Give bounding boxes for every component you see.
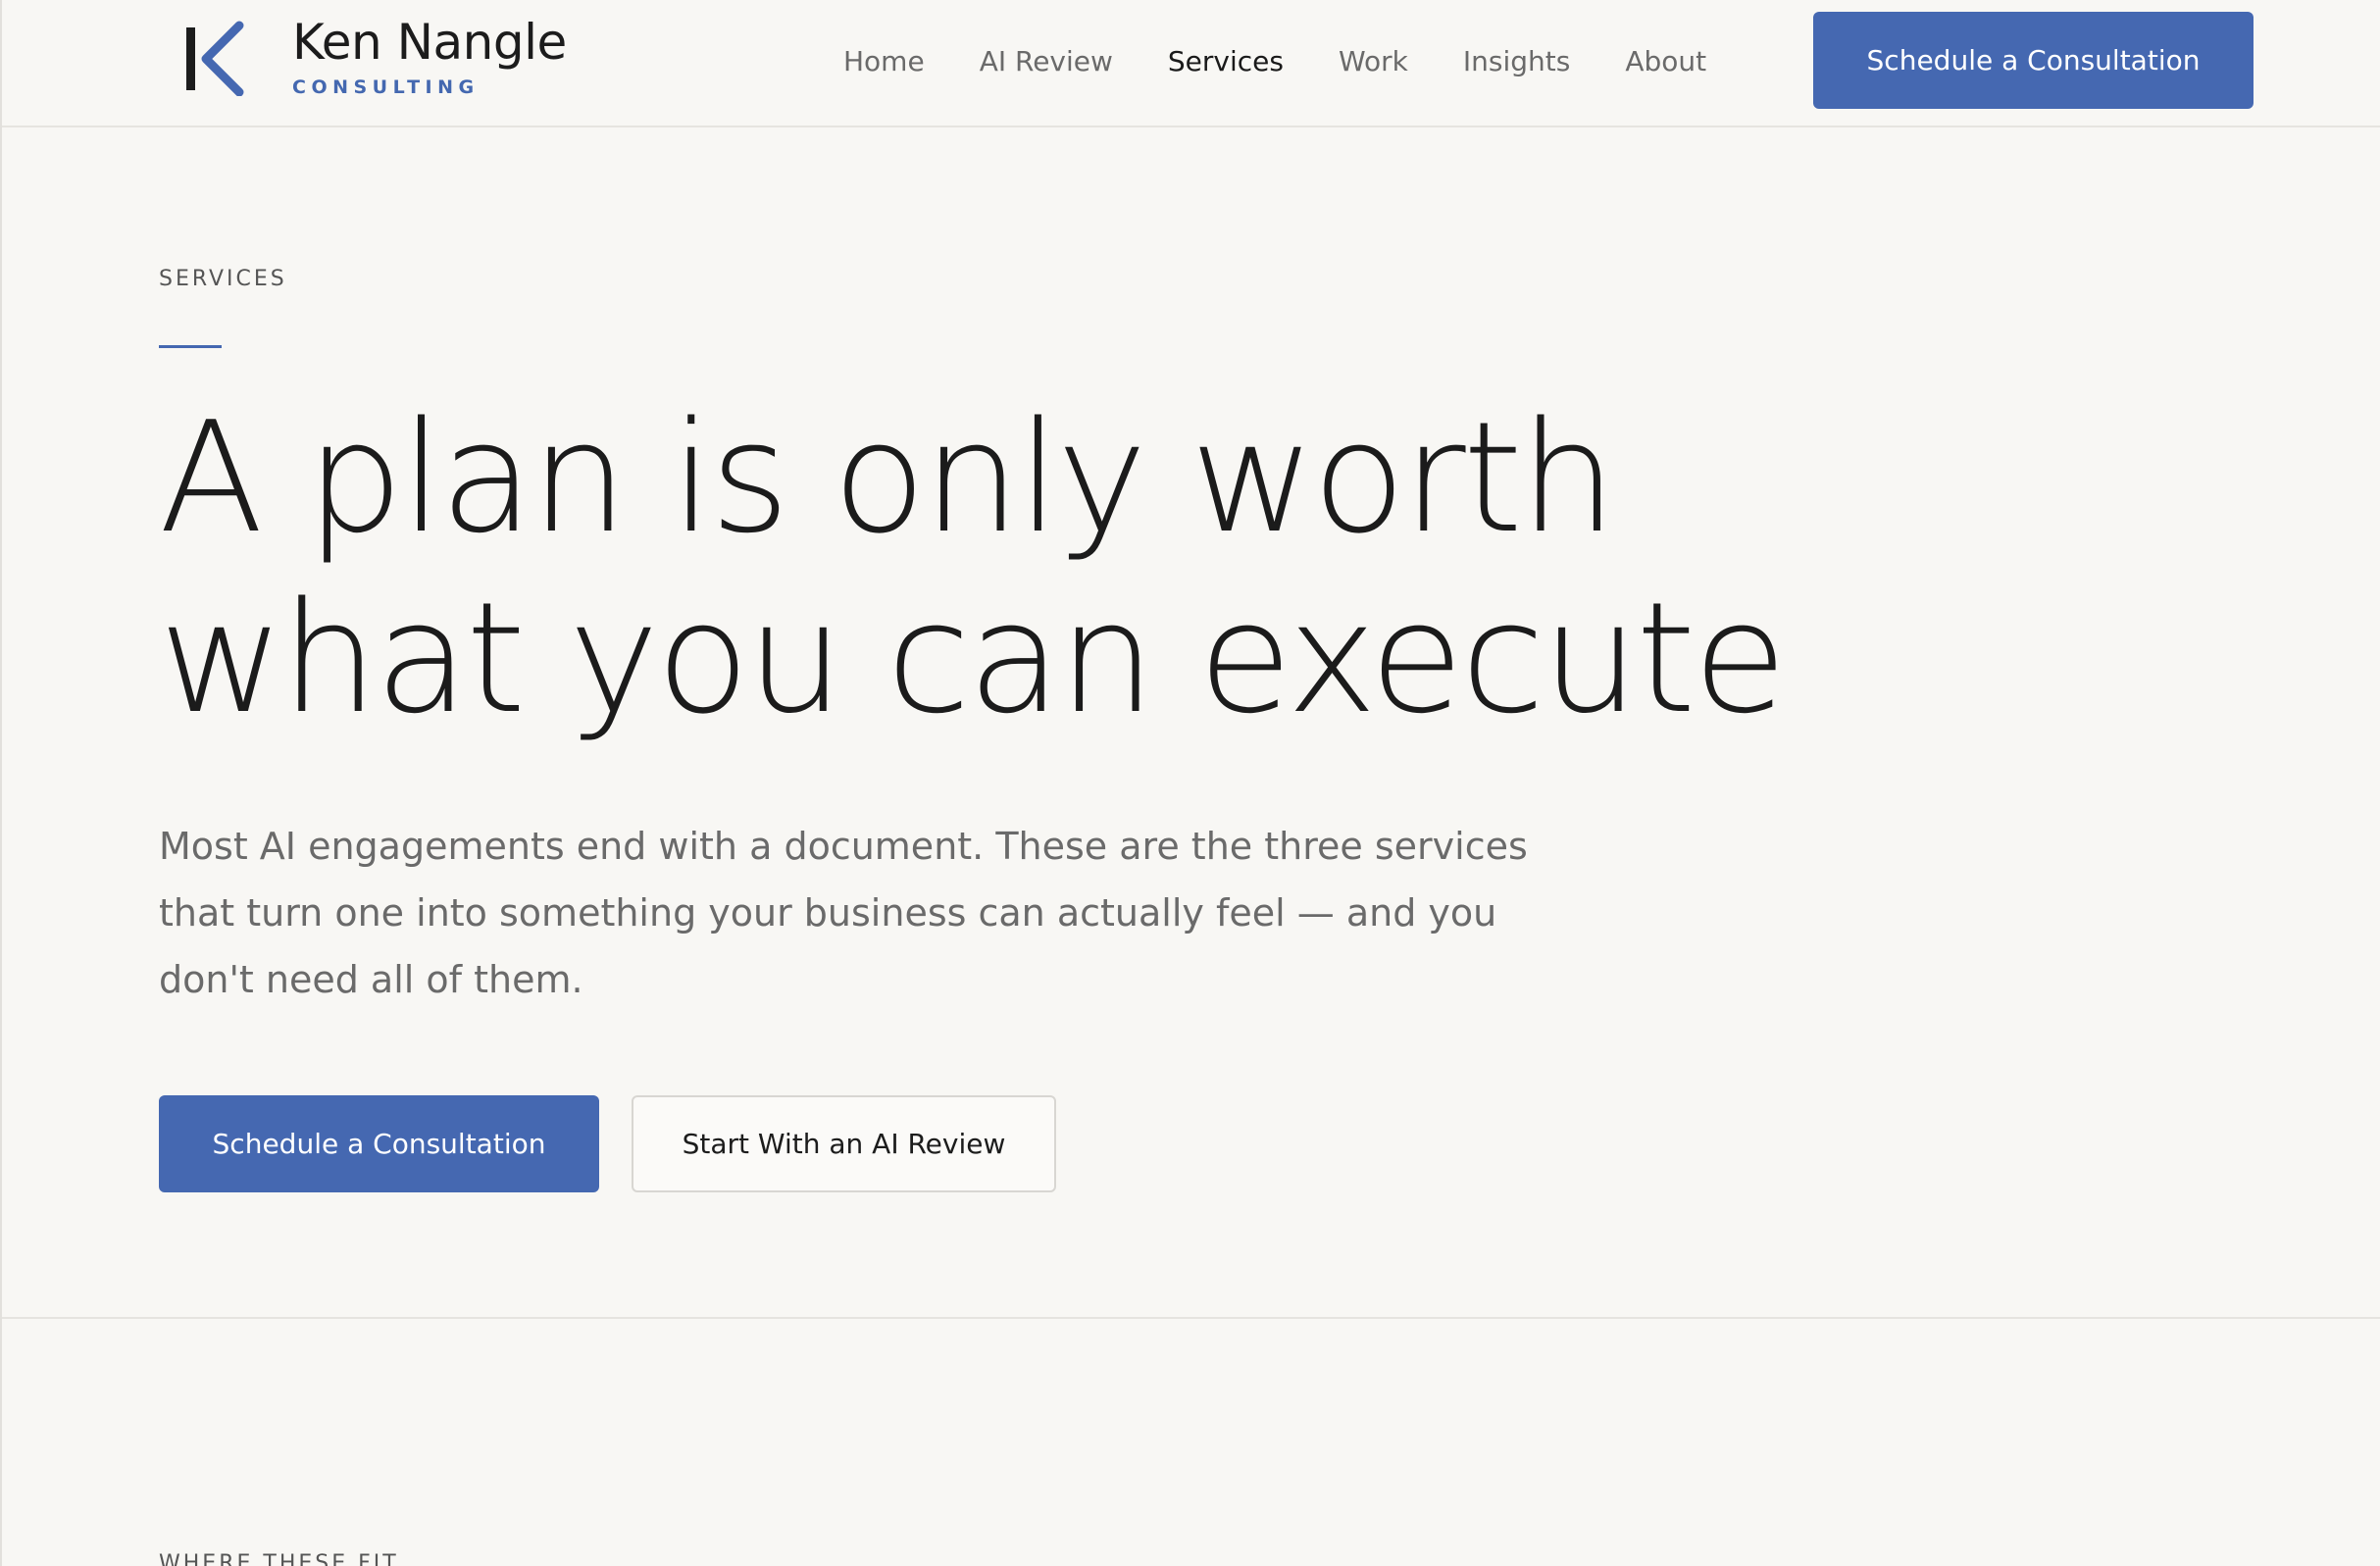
brand-logo[interactable]: Ken Nangle CONSULTING bbox=[184, 18, 567, 97]
hero-section: SERVICES A plan is only worth what you c… bbox=[159, 265, 1924, 1192]
brand-name: Ken Nangle bbox=[292, 14, 567, 71]
hero-lede: Most AI engagements end with a document.… bbox=[159, 825, 1528, 1001]
headline-line-2: what you can execute bbox=[159, 569, 1787, 747]
hero-actions: Schedule a Consultation Start With an AI… bbox=[159, 1095, 1924, 1192]
site-header: Ken Nangle CONSULTING Home AI Review Ser… bbox=[2, 0, 2380, 127]
hero-schedule-button[interactable]: Schedule a Consultation bbox=[159, 1095, 599, 1192]
main-nav: Home AI Review Services Work Insights Ab… bbox=[843, 43, 1761, 80]
nav-home[interactable]: Home bbox=[843, 43, 925, 80]
page: Ken Nangle CONSULTING Home AI Review Ser… bbox=[0, 0, 2380, 1566]
ai-review-button[interactable]: Start With an AI Review bbox=[632, 1095, 1056, 1192]
nav-services[interactable]: Services bbox=[1168, 43, 1284, 80]
nav-ai-review[interactable]: AI Review bbox=[980, 43, 1113, 80]
header-schedule-button[interactable]: Schedule a Consultation bbox=[1813, 12, 2253, 109]
nav-insights[interactable]: Insights bbox=[1463, 43, 1570, 80]
eyebrow-accent-rule bbox=[159, 345, 222, 348]
brand-subtitle: CONSULTING bbox=[292, 76, 480, 98]
section-divider bbox=[2, 1317, 2380, 1319]
brand-text: Ken Nangle CONSULTING bbox=[292, 18, 567, 97]
hero-headline: A plan is only worth what you can execut… bbox=[159, 387, 1846, 748]
nav-work[interactable]: Work bbox=[1339, 43, 1408, 80]
section-eyebrow: SERVICES bbox=[159, 267, 287, 291]
nav-about[interactable]: About bbox=[1625, 43, 1706, 80]
headline-line-1: A plan is only worth bbox=[159, 388, 1617, 567]
next-section-eyebrow: WHERE THESE FIT bbox=[159, 1551, 399, 1566]
k-logo-icon bbox=[186, 21, 244, 96]
